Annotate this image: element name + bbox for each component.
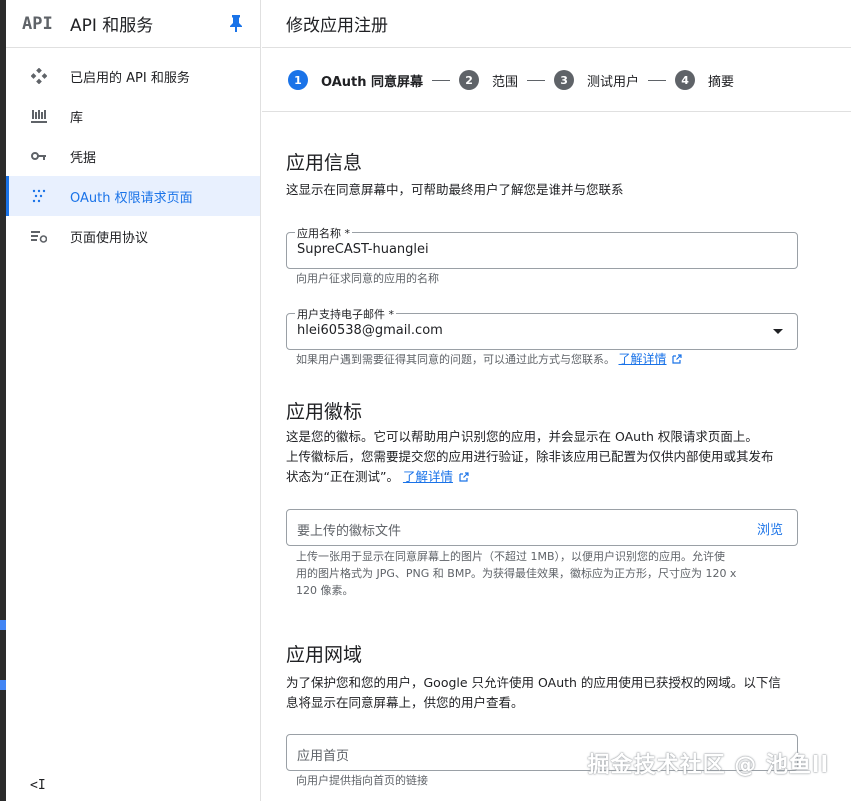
field-label: 用户支持电子邮件 *	[295, 306, 396, 322]
desc-line: 这是您的徽标。它可以帮助用户识别您的应用，并会显示在 OAuth 权限请求页面上…	[286, 429, 758, 444]
step-summary[interactable]: 4 摘要	[675, 70, 734, 90]
stepper: 1 OAuth 同意屏幕 2 范围 3 测试用户 4 摘要	[262, 49, 851, 112]
page-title: 修改应用注册	[286, 16, 388, 36]
sidebar-item-enabled-apis[interactable]: 已启用的 API 和服务	[6, 56, 260, 96]
section-desc-app-domain: 为了保护您和您的用户，Google 只允许使用 OAuth 的应用使用已获授权的…	[286, 673, 806, 713]
sidebar-nav: 已启用的 API 和服务 库 凭据 OAuth 权限请求页面 页面使用协议	[6, 48, 260, 256]
section-desc-app-logo: 这是您的徽标。它可以帮助用户识别您的应用，并会显示在 OAuth 权限请求页面上…	[286, 427, 806, 487]
step-scopes[interactable]: 2 范围	[459, 70, 518, 90]
step-number: 3	[554, 70, 575, 90]
external-link-icon	[672, 352, 682, 364]
sidebar-header: API API 和服务	[6, 0, 260, 48]
desc-line: 上传徽标后，您需要提交您的应用进行验证，除非该应用已配置为仅供内部使用或其发布	[286, 449, 774, 464]
step-test-users[interactable]: 3 测试用户	[554, 70, 639, 90]
step-separator	[527, 79, 546, 81]
app-name-hint: 向用户征求同意的应用的名称	[296, 272, 439, 285]
support-email-hint: 如果用户遇到需要征得其同意的问题，可以通过此方式与您联系。 了解详情	[296, 351, 682, 368]
library-icon	[30, 107, 48, 125]
sidebar-item-label: 页面使用协议	[70, 230, 149, 246]
sidebar-item-label: OAuth 权限请求页面	[70, 190, 193, 206]
external-link-icon	[459, 468, 469, 482]
key-icon	[30, 147, 48, 165]
learn-more-link[interactable]: 了解详情	[403, 469, 453, 484]
sidebar: API API 和服务 已启用的 API 和服务 库 凭据 OAuth 权限请求…	[6, 0, 261, 801]
step-number: 2	[459, 70, 480, 90]
app-homepage-placeholder: 应用首页	[297, 749, 350, 764]
pin-icon[interactable]	[228, 14, 244, 32]
sidebar-item-label: 凭据	[70, 150, 97, 166]
desc-line: 为了保护您和您的用户，Google 只允许使用 OAuth 的应用使用已获授权的…	[286, 675, 781, 690]
step-label: 范围	[492, 74, 519, 90]
api-logo: API	[22, 13, 53, 34]
settings-list-icon	[30, 227, 48, 245]
step-label: OAuth 同意屏幕	[321, 74, 424, 90]
section-desc-app-info: 这显示在同意屏幕中，可帮助最终用户了解您是谁并与您联系	[286, 182, 624, 197]
step-oauth-consent[interactable]: 1 OAuth 同意屏幕	[288, 70, 423, 90]
hint-text: 如果用户遇到需要征得其同意的问题，可以通过此方式与您联系。	[296, 353, 615, 366]
support-email-select[interactable]: 用户支持电子邮件 * hlei60538@gmail.com	[286, 306, 798, 350]
dropdown-arrow-icon[interactable]	[773, 329, 783, 334]
sidebar-title: API 和服务	[70, 16, 154, 36]
browse-button[interactable]: 浏览	[757, 519, 783, 538]
step-separator	[648, 79, 667, 81]
logo-file-placeholder: 要上传的徽标文件	[297, 524, 402, 539]
sidebar-item-label: 库	[70, 110, 84, 126]
learn-more-link[interactable]: 了解详情	[619, 352, 667, 366]
step-separator	[432, 79, 451, 81]
desc-text: 状态为“正在测试”。	[286, 469, 399, 484]
section-heading-app-logo: 应用徽标	[286, 401, 363, 423]
hint-line: 用的图片格式为 JPG、PNG 和 BMP。为获得最佳效果，徽标应为正方形，尺寸…	[296, 567, 737, 580]
hint-line: 120 像素。	[296, 584, 354, 597]
support-email-value: hlei60538@gmail.com	[297, 323, 443, 338]
step-label: 摘要	[708, 74, 735, 90]
app-name-value: SupreCAST-huanglei	[297, 242, 429, 257]
hint-line: 上传一张用于显示在同意屏幕上的图片（不超过 1MB），以便用户识别您的应用。允许…	[296, 550, 726, 563]
page-header: 修改应用注册	[262, 0, 851, 48]
field-label: 应用名称 *	[295, 225, 352, 241]
logo-file-input[interactable]: 要上传的徽标文件 浏览	[286, 509, 798, 546]
desc-line: 状态为“正在测试”。 了解详情	[286, 467, 806, 487]
oauth-dots-icon	[30, 187, 48, 205]
diamond-nodes-icon	[30, 67, 48, 85]
step-number: 1	[288, 70, 308, 90]
desc-line: 息将显示在同意屏幕上，供您的用户查看。	[286, 695, 524, 710]
step-label: 测试用户	[587, 74, 640, 90]
collapse-sidebar-button[interactable]: <I	[30, 778, 46, 793]
section-heading-app-domain: 应用网域	[286, 644, 363, 666]
step-number: 4	[675, 70, 696, 90]
app-name-field[interactable]: 应用名称 * SupreCAST-huanglei	[286, 225, 798, 269]
sidebar-item-credentials[interactable]: 凭据	[6, 136, 260, 176]
section-heading-app-info: 应用信息	[286, 152, 363, 174]
sidebar-item-label: 已启用的 API 和服务	[70, 70, 190, 86]
sidebar-item-oauth-consent[interactable]: OAuth 权限请求页面	[6, 176, 260, 216]
app-homepage-hint: 向用户提供指向首页的链接	[296, 774, 428, 787]
sidebar-item-library[interactable]: 库	[6, 96, 260, 136]
logo-hint: 上传一张用于显示在同意屏幕上的图片（不超过 1MB），以便用户识别您的应用。允许…	[296, 548, 796, 599]
sidebar-item-page-usage-agreement[interactable]: 页面使用协议	[6, 216, 260, 256]
watermark: 掘金技术社区 @ 池鱼ll	[587, 753, 829, 778]
